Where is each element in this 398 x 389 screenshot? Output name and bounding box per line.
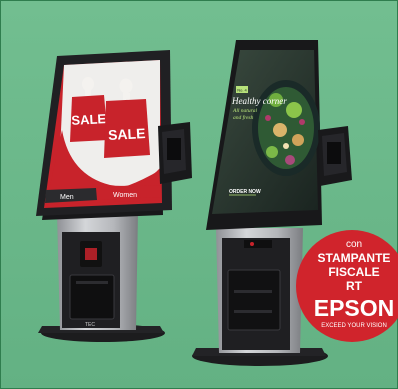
left-kiosk-card-terminal (158, 122, 192, 184)
left-kiosk-brand: TEC (85, 322, 95, 328)
badge-line-4: RT (346, 279, 363, 293)
shirt-text-right: SALE (108, 125, 146, 143)
menu-badge-text: No. 4 (237, 88, 247, 93)
men-button-label: Men (60, 194, 74, 201)
subline-1: All natural (232, 108, 257, 114)
epson-logo: EPSON (314, 295, 395, 321)
badge-line-1: con (346, 239, 362, 250)
women-button-label: Women (113, 192, 137, 199)
kiosk-scene: TEC SALE SALE Men Women No. 4 Healthy co… (0, 0, 398, 389)
product-photo: TEC SALE SALE Men Women No. 4 Healthy co… (0, 0, 398, 389)
right-kiosk-printer (227, 269, 281, 331)
shirt-text-left: SALE (71, 111, 107, 128)
badge-line-3: FISCALE (328, 265, 379, 279)
order-now-button[interactable]: ORDER NOW (229, 189, 261, 195)
epson-tagline: EXCEED YOUR VISION (321, 323, 387, 329)
salad-image (252, 80, 320, 176)
subline-2: and fresh (233, 114, 254, 121)
headline: Healthy corner (231, 96, 287, 106)
right-kiosk-card-terminal (318, 126, 352, 186)
badge-line-2: STAMPANTE (318, 251, 391, 265)
